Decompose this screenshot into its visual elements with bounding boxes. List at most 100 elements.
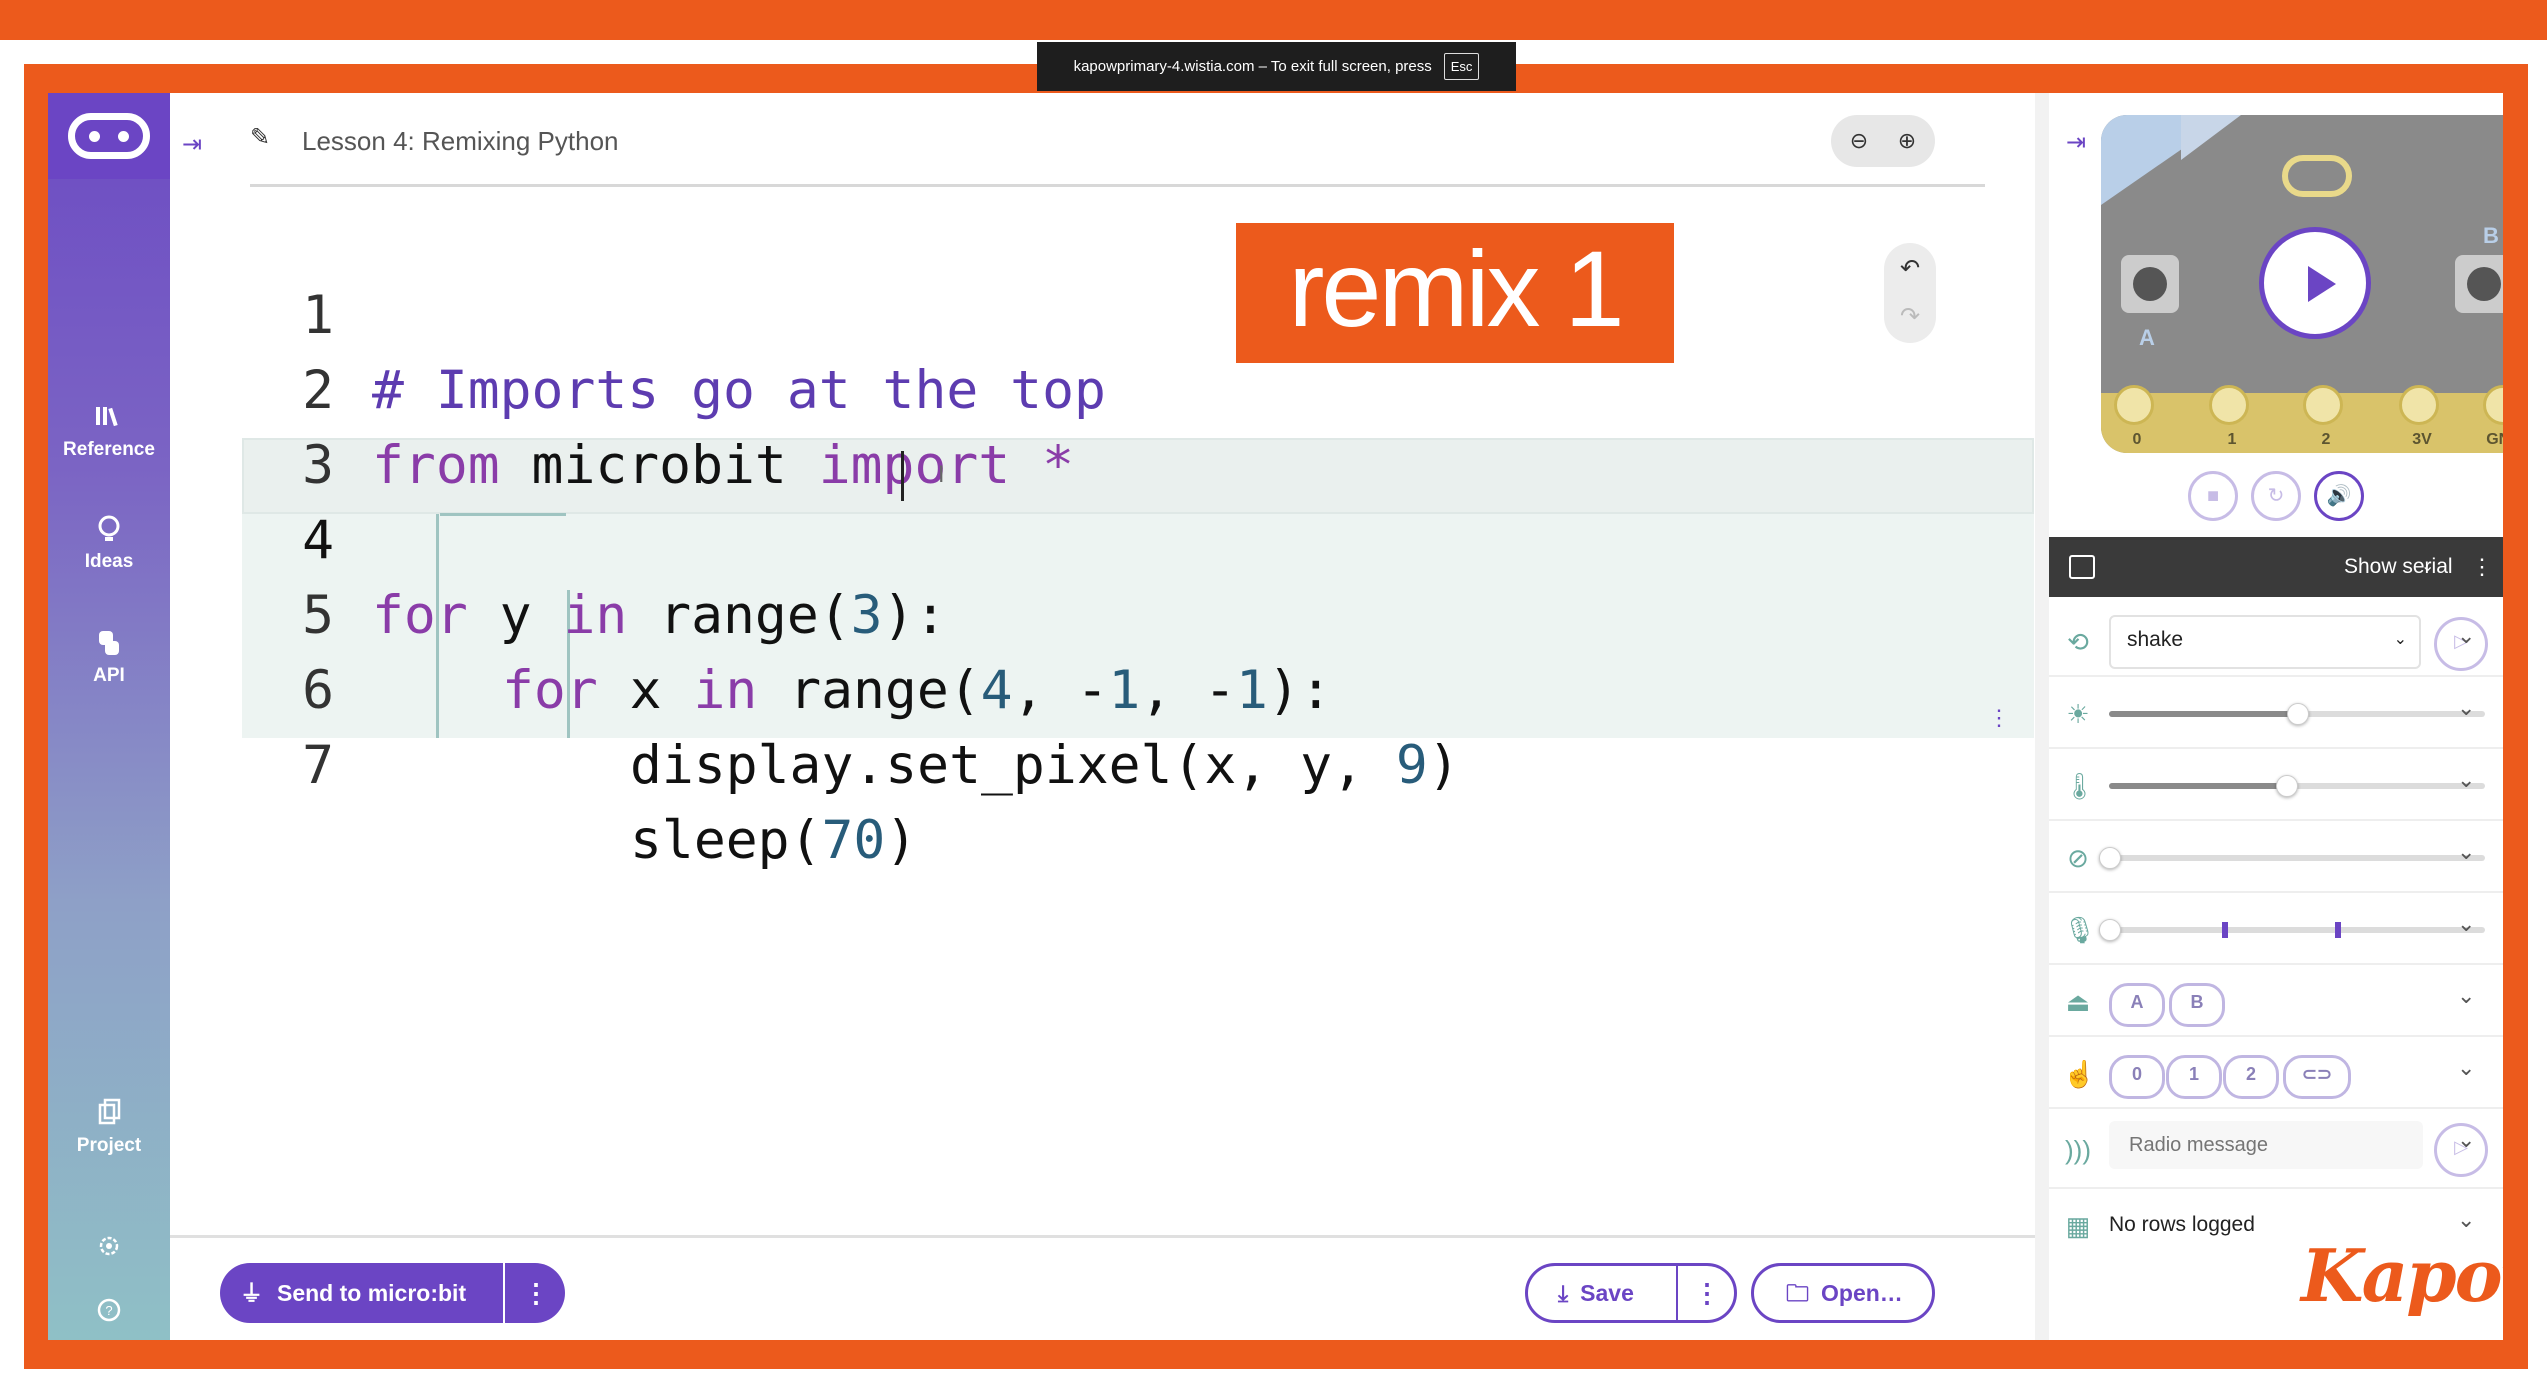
sensor-touch: ☝ 0 1 2 ⊂⊃ ⌄ xyxy=(2049,1037,2503,1109)
slider-handle[interactable] xyxy=(2099,847,2121,869)
simulator-play-button[interactable] xyxy=(2259,227,2371,339)
threshold-mark[interactable] xyxy=(2222,922,2228,938)
save-button[interactable]: ⤓ Save ⋮ xyxy=(1525,1263,1737,1323)
spreadsheet-icon: ▦ xyxy=(2065,1211,2091,1241)
chip-pin-0[interactable]: 0 xyxy=(2109,1055,2165,1099)
stop-simulator-button[interactable]: ■ xyxy=(2188,471,2238,521)
undo-redo-controls: ↶ ↷ xyxy=(1884,243,1936,343)
pin-label: 3V xyxy=(2412,431,2432,448)
radio-message-input[interactable] xyxy=(2109,1121,2423,1169)
pin-2-pad[interactable] xyxy=(2303,385,2343,425)
expand-chevron-icon[interactable]: ⌄ xyxy=(2457,983,2475,1009)
collapse-sidebar-icon[interactable]: ⇥ xyxy=(170,123,214,167)
settings-button[interactable] xyxy=(48,1233,170,1264)
board-button-b[interactable] xyxy=(2455,255,2503,313)
slider-handle[interactable] xyxy=(2099,919,2121,941)
help-button[interactable]: ? xyxy=(48,1297,170,1328)
show-serial-toggle[interactable]: Show serial xyxy=(2344,537,2453,597)
code-line[interactable]: 7 sleep(70) xyxy=(224,653,2034,871)
compass-slider[interactable] xyxy=(2099,847,2485,869)
usb-icon: ⏚ xyxy=(240,1280,263,1306)
sidebar-item-label: Project xyxy=(76,1135,142,1156)
sidebar-item-api[interactable]: API xyxy=(48,627,170,687)
sensor-light: ☀ ⌄ xyxy=(2049,677,2503,749)
expand-chevron-icon[interactable]: ⌄ xyxy=(2457,695,2475,721)
pin-label: 1 xyxy=(2227,431,2237,448)
logo-area xyxy=(48,93,170,179)
chip-button-b[interactable]: B xyxy=(2169,983,2225,1027)
code-line[interactable]: 3 xyxy=(224,353,2034,496)
text-caret xyxy=(901,451,904,501)
code-text: sleep(70) xyxy=(630,810,918,871)
zoom-out-icon[interactable]: ⊖ xyxy=(1841,123,1877,159)
pin-label: 2 xyxy=(2321,431,2331,448)
serial-bar[interactable]: Show serial ⌄ ⋮ xyxy=(2049,537,2503,597)
code-line[interactable]: 4 for y in range(3): xyxy=(224,428,2034,646)
save-button-label: Save xyxy=(1580,1280,1634,1306)
chip-pin-2[interactable]: 2 xyxy=(2223,1055,2279,1099)
sidebar-item-project[interactable]: Project xyxy=(48,1097,170,1157)
board-button-a[interactable] xyxy=(2121,255,2179,313)
microbit-board: A B 0 1 2 3V GND xyxy=(2101,115,2503,453)
python-icon xyxy=(99,631,119,655)
pin-3v-pad xyxy=(2399,385,2439,425)
line-number: 7 xyxy=(302,735,334,796)
mute-simulator-button[interactable]: 🔊 xyxy=(2314,471,2364,521)
light-slider[interactable] xyxy=(2109,703,2485,725)
pencil-icon[interactable]: ✎ xyxy=(250,123,280,153)
button-b-label: B xyxy=(2483,223,2499,248)
code-line[interactable]: 6 display.set_pixel(x, y, 9) xyxy=(224,578,2034,796)
code-text: display.set_pixel(x, y, 9) xyxy=(630,735,1460,796)
sensor-temperature: 🌡 ⌄ xyxy=(2049,749,2503,821)
collapse-simulator-icon[interactable]: ⇥ xyxy=(2056,123,2096,163)
open-button-label: Open… xyxy=(1821,1280,1903,1306)
serial-menu-button[interactable]: ⋮ xyxy=(2471,537,2493,597)
save-more-options-button[interactable]: ⋮ xyxy=(1676,1266,1736,1320)
chevron-down-icon[interactable]: ⌄ xyxy=(2421,537,2434,597)
threshold-mark[interactable] xyxy=(2335,922,2341,938)
sound-level-slider[interactable] xyxy=(2099,919,2485,941)
sidebar-item-ideas[interactable]: Ideas xyxy=(48,513,170,573)
slider-handle[interactable] xyxy=(2276,775,2298,797)
pin-label: GND xyxy=(2486,431,2503,448)
drag-handle-icon[interactable]: ⋮ xyxy=(1988,705,2010,731)
books-icon xyxy=(96,407,118,427)
pin-0-pad[interactable] xyxy=(2114,385,2154,425)
code-line[interactable]: 1 # Imports go at the top xyxy=(224,203,2034,421)
slider-handle[interactable] xyxy=(2287,703,2309,725)
header-divider xyxy=(250,184,1985,187)
sensor-microphone: 🎙 ⌄ xyxy=(2049,893,2503,965)
send-button-label: Send to micro:bit xyxy=(277,1280,467,1306)
gesture-select[interactable]: shake ⌄ xyxy=(2109,615,2421,669)
project-name[interactable]: Lesson 4: Remixing Python xyxy=(302,123,619,159)
sensor-compass: ⊘ ⌄ xyxy=(2049,821,2503,893)
reset-simulator-button[interactable]: ↻ xyxy=(2251,471,2301,521)
open-button[interactable]: 🗀 Open… xyxy=(1751,1263,1935,1323)
zoom-controls: ⊖ ⊕ xyxy=(1831,115,1935,167)
chip-pin-1[interactable]: 1 xyxy=(2166,1055,2222,1099)
code-line[interactable]: 2 from microbit import * xyxy=(224,278,2034,496)
expand-chevron-icon[interactable]: ⌄ xyxy=(2457,911,2475,937)
expand-chevron-icon[interactable]: ⌄ xyxy=(2457,623,2475,649)
send-more-options-button[interactable]: ⋮ xyxy=(503,1263,567,1323)
expand-chevron-icon[interactable]: ⌄ xyxy=(2457,1055,2475,1081)
expand-chevron-icon[interactable]: ⌄ xyxy=(2457,1207,2475,1233)
panel-resize-handle[interactable] xyxy=(2035,93,2049,1340)
code-line[interactable]: 5 for x in range(4, -1, -1): xyxy=(224,503,2034,721)
board-logo-icon[interactable] xyxy=(2282,155,2352,197)
zoom-in-icon[interactable]: ⊕ xyxy=(1889,123,1925,159)
send-to-microbit-button[interactable]: ⏚ Send to micro:bit ⋮ xyxy=(220,1263,565,1323)
undo-icon[interactable]: ↶ xyxy=(1892,251,1928,287)
touch-icon: ☝ xyxy=(2063,1059,2096,1089)
expand-chevron-icon[interactable]: ⌄ xyxy=(2457,1127,2475,1153)
chip-button-a[interactable]: A xyxy=(2109,983,2165,1027)
temperature-slider[interactable] xyxy=(2109,775,2485,797)
expand-chevron-icon[interactable]: ⌄ xyxy=(2457,767,2475,793)
pin-1-pad[interactable] xyxy=(2209,385,2249,425)
redo-icon[interactable]: ↷ xyxy=(1892,299,1928,335)
code-editor[interactable]: 1 # Imports go at the top 2 from microbi… xyxy=(224,203,2034,871)
sidebar-item-reference[interactable]: Reference xyxy=(48,401,170,461)
chip-logo-touch[interactable]: ⊂⊃ xyxy=(2283,1055,2351,1099)
microbit-logo-icon[interactable] xyxy=(68,113,150,159)
expand-chevron-icon[interactable]: ⌄ xyxy=(2457,839,2475,865)
